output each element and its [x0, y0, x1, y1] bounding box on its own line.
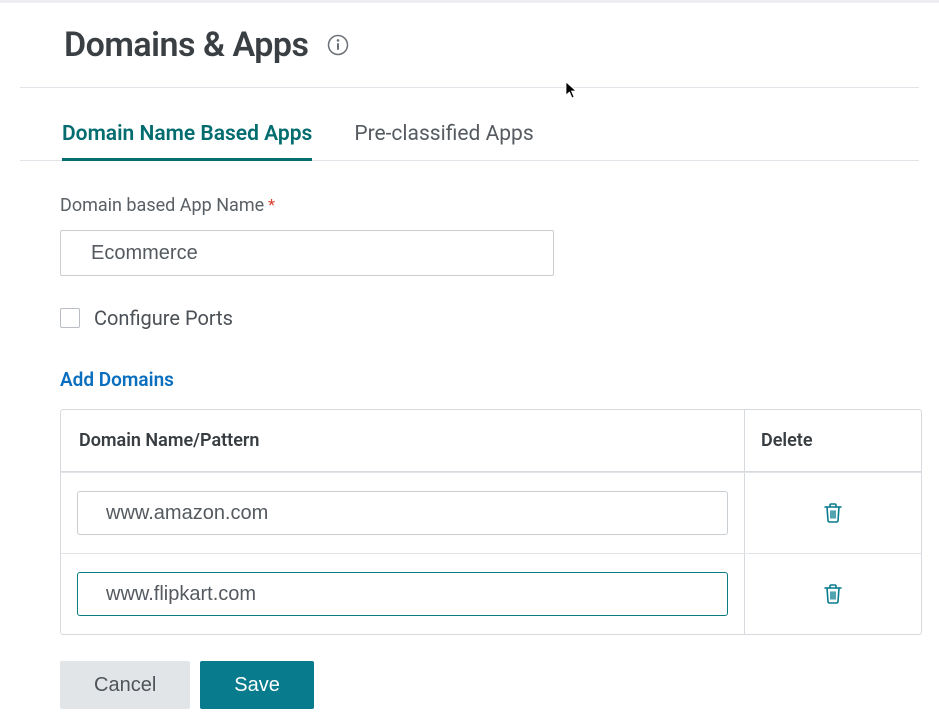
cancel-button[interactable]: Cancel [60, 661, 190, 709]
configure-ports-row: Configure Ports [60, 306, 919, 330]
delete-cell [745, 554, 921, 634]
info-icon[interactable] [326, 33, 350, 57]
save-button[interactable]: Save [200, 661, 314, 709]
col-header-domain-name: Domain Name/Pattern [61, 410, 745, 471]
form-area: Domain based App Name* Configure Ports A… [0, 161, 939, 709]
trash-icon [823, 583, 843, 605]
actions-row: Cancel Save [60, 661, 919, 709]
page-root: Domains & Apps Domain Name Based Apps Pr… [0, 3, 939, 709]
app-name-input[interactable] [60, 230, 554, 276]
required-asterisk: * [268, 195, 275, 214]
domains-table-header: Domain Name/Pattern Delete [61, 410, 921, 472]
table-row [61, 472, 921, 553]
col-header-delete: Delete [745, 410, 921, 471]
domain-cell [61, 554, 745, 634]
delete-button-1[interactable] [823, 583, 843, 605]
delete-button-0[interactable] [823, 502, 843, 524]
app-name-label: Domain based App Name* [60, 195, 919, 216]
configure-ports-checkbox[interactable] [60, 308, 80, 328]
table-row [61, 553, 921, 634]
tab-pre-classified-apps[interactable]: Pre-classified Apps [354, 122, 533, 160]
domain-cell [61, 473, 745, 553]
tabs: Domain Name Based Apps Pre-classified Ap… [20, 88, 919, 161]
domains-table: Domain Name/Pattern Delete [60, 409, 922, 635]
delete-cell [745, 473, 921, 553]
tab-domain-name-based-apps[interactable]: Domain Name Based Apps [62, 122, 312, 161]
configure-ports-label: Configure Ports [94, 306, 233, 330]
page-title: Domains & Apps [64, 25, 308, 65]
page-header: Domains & Apps [20, 3, 919, 88]
add-domains-link[interactable]: Add Domains [60, 368, 174, 391]
app-name-label-text: Domain based App Name [60, 195, 264, 216]
domain-input-1[interactable] [77, 572, 728, 616]
trash-icon [823, 502, 843, 524]
domain-input-0[interactable] [77, 491, 728, 535]
